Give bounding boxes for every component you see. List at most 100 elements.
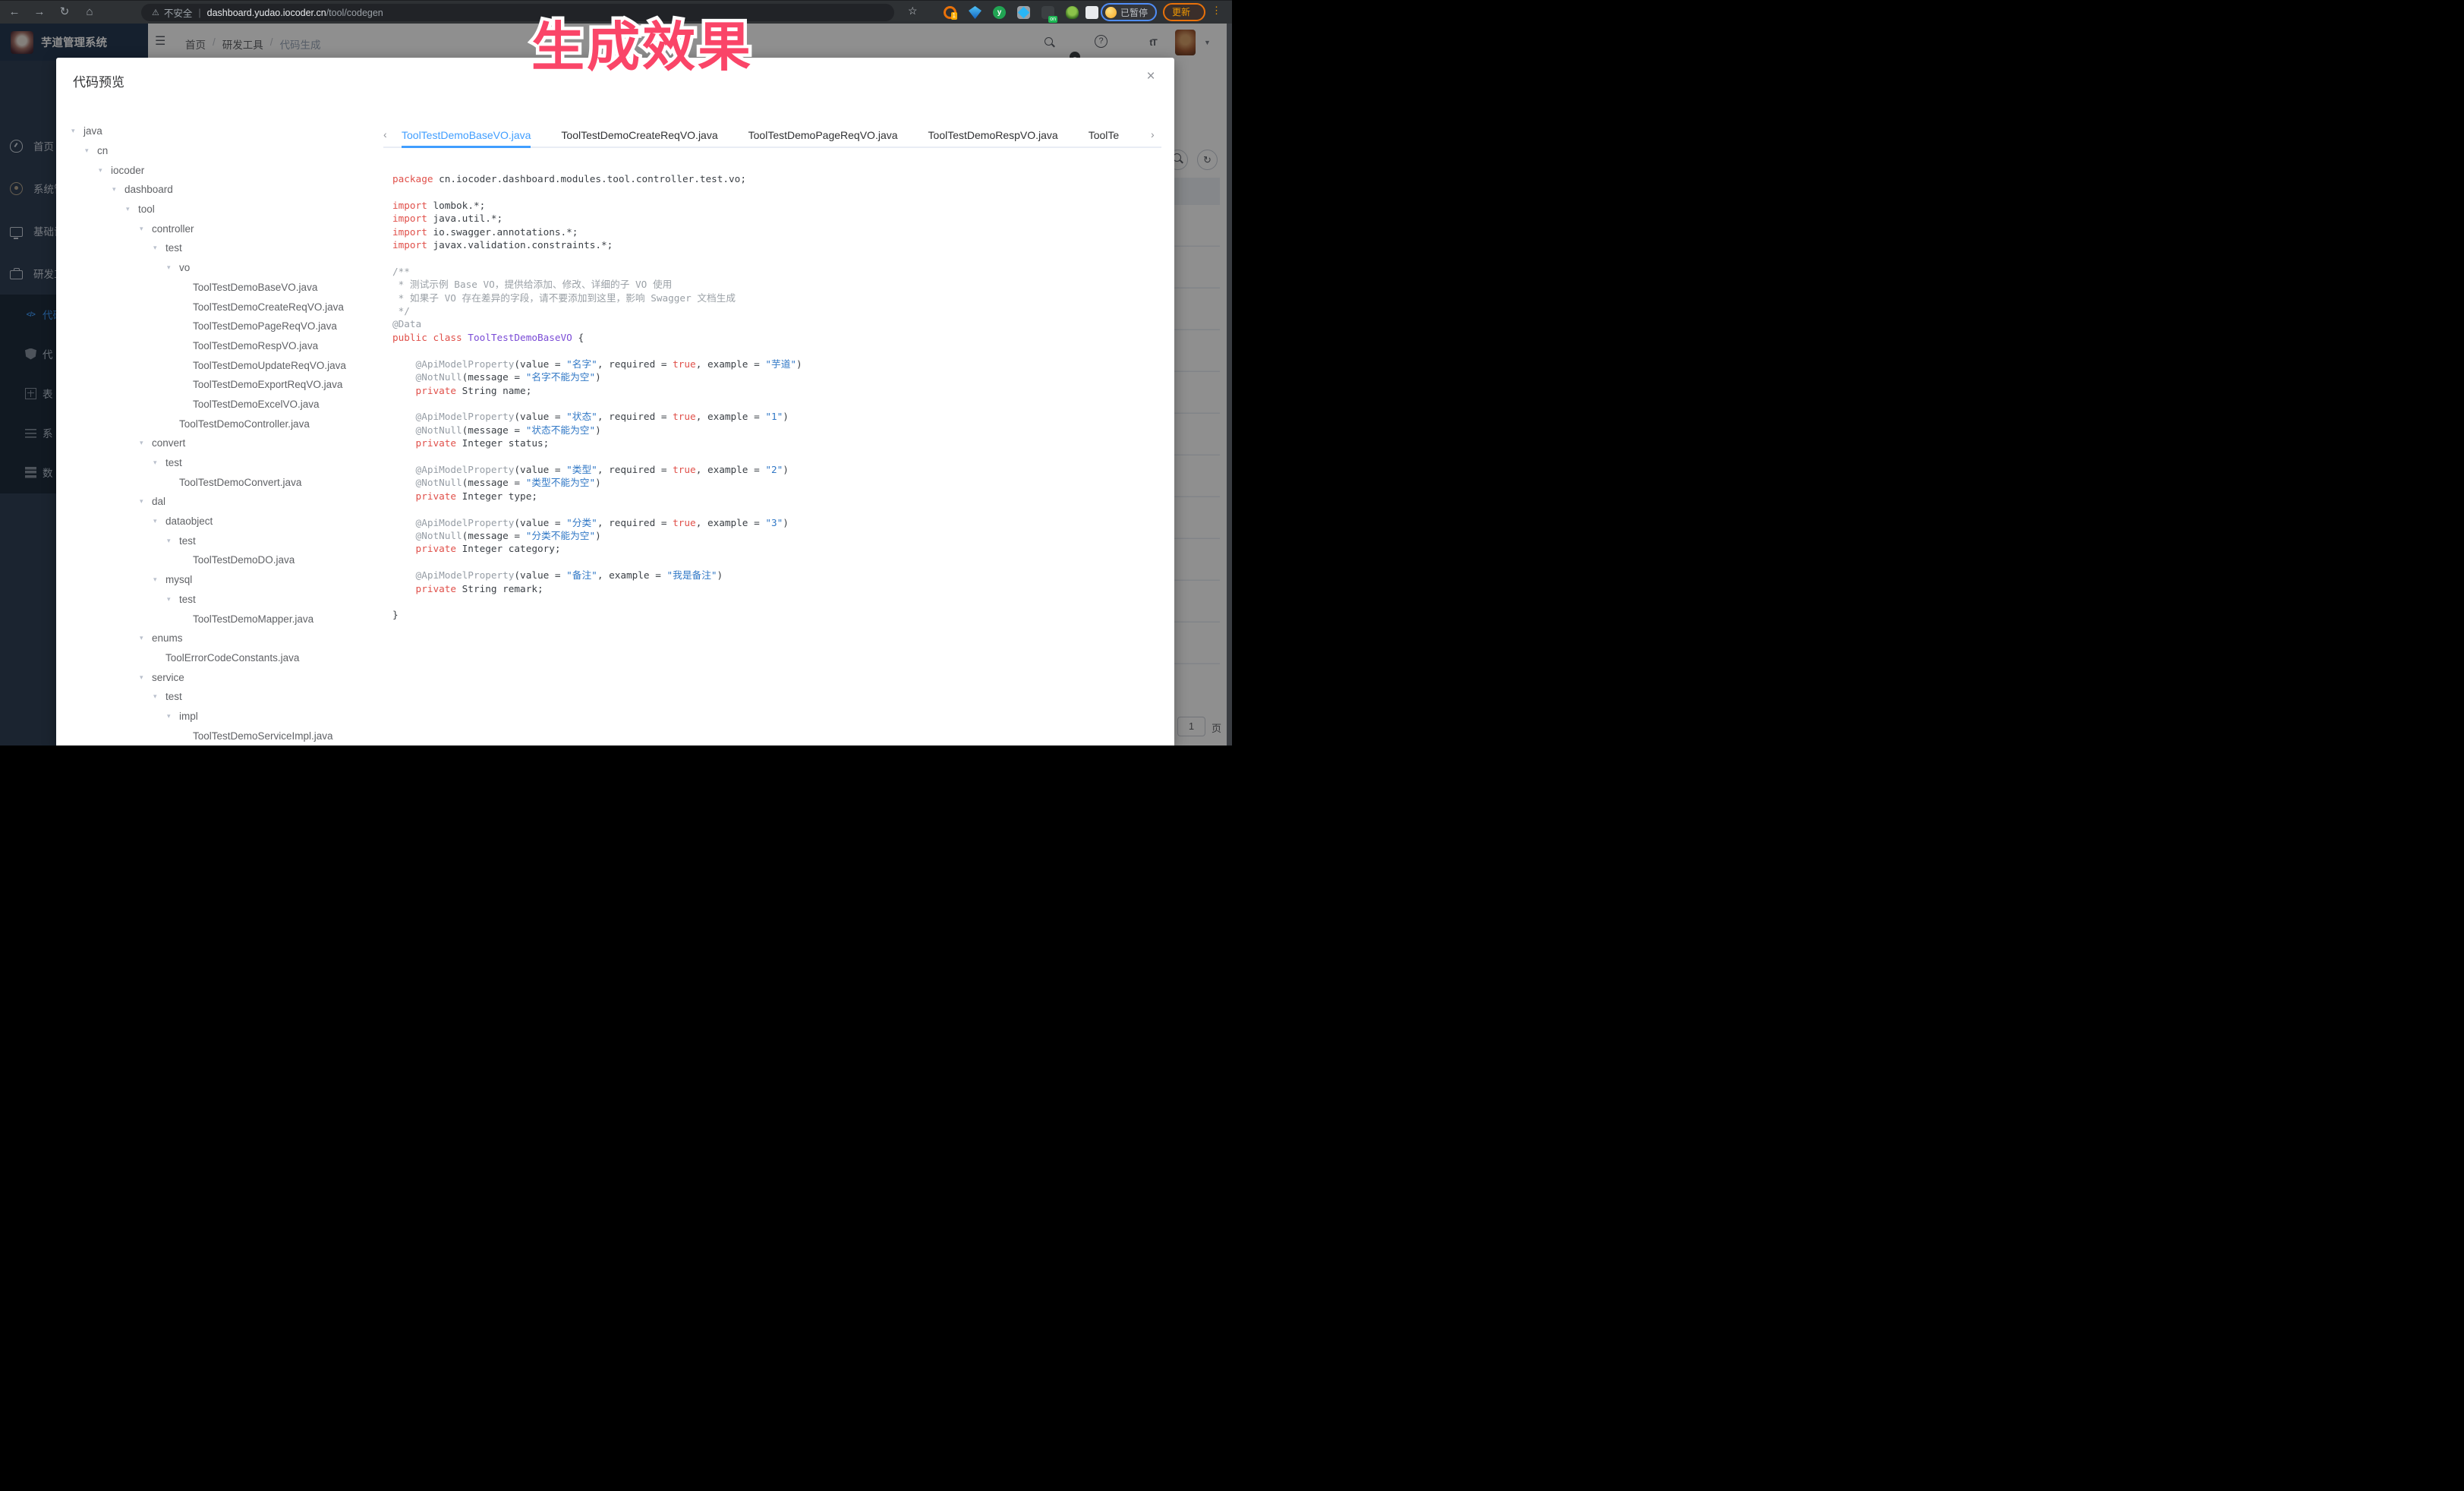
browser-update-button[interactable]: 更新 (1163, 3, 1205, 21)
code-viewer: package cn.iocoder.dashboard.modules.too… (392, 172, 1167, 746)
tree-node-label: service (152, 672, 184, 683)
extension-icon-drop[interactable] (969, 6, 982, 19)
tree-caret-icon[interactable]: ▾ (99, 166, 111, 175)
tree-caret-icon[interactable]: ▾ (167, 712, 179, 720)
tree-folder[interactable]: ▾impl (71, 707, 390, 727)
url-domain: dashboard.yudao.iocoder.cn (207, 8, 326, 18)
tree-caret-icon[interactable]: ▾ (85, 147, 97, 155)
tree-folder[interactable]: ▾dal (71, 492, 390, 512)
tree-folder[interactable]: ▾test (71, 590, 390, 610)
tab-ToolTestDemoPageReqVO.java[interactable]: ToolTestDemoPageReqVO.java (748, 125, 898, 148)
extension-icon-orange[interactable]: 1 (944, 6, 956, 19)
code-line: private String name; (392, 384, 1167, 397)
tabs-next-icon[interactable]: › (1151, 128, 1161, 140)
code-line: package cn.iocoder.dashboard.modules.too… (392, 172, 1167, 185)
tree-node-label: ToolTestDemoExportReqVO.java (193, 379, 342, 390)
tree-folder[interactable]: ▾tool (71, 200, 390, 219)
browser-reload-icon[interactable]: ↻ (56, 4, 73, 20)
tab-ToolTestDemoBaseVO.java[interactable]: ToolTestDemoBaseVO.java (402, 125, 531, 148)
extension-icon-list[interactable]: on (1041, 6, 1054, 19)
tree-node-label: convert (152, 437, 185, 449)
tree-caret-icon[interactable]: ▾ (140, 439, 152, 447)
annotation-text: 生成效果 (531, 5, 753, 81)
tree-caret-icon[interactable]: ▾ (167, 537, 179, 545)
tree-folder[interactable]: ▾service (71, 667, 390, 687)
tree-folder[interactable]: ▾controller (71, 219, 390, 238)
code-line: private Integer status; (392, 437, 1167, 449)
browser-back-icon[interactable]: ← (6, 4, 23, 20)
tree-folder[interactable]: ▾test (71, 238, 390, 258)
tab-ToolTestDemoRespVO.java[interactable]: ToolTestDemoRespVO.java (928, 125, 1058, 148)
tree-folder[interactable]: ▾mysql (71, 570, 390, 590)
tree-node-label: ToolTestDemoPageReqVO.java (193, 320, 337, 332)
tree-file[interactable]: ToolTestDemoDO.java (71, 550, 390, 570)
page-scrollbar[interactable] (1227, 24, 1232, 746)
extension-icon-diamond[interactable] (1017, 6, 1030, 19)
tree-node-label: ToolTestDemoCreateReqVO.java (193, 301, 344, 313)
tree-file[interactable]: ToolTestDemoPageReqVO.java (71, 317, 390, 336)
code-line: @ApiModelProperty(value = "备注", example … (392, 569, 1167, 582)
tree-file[interactable]: ToolTestDemoServiceImpl.java (71, 726, 390, 746)
tree-file[interactable]: ToolErrorCodeConstants.java (71, 648, 390, 668)
tree-caret-icon[interactable]: ▾ (140, 634, 152, 642)
tree-node-label: dataobject (165, 515, 213, 527)
tree-file[interactable]: ToolTestDemoUpdateReqVO.java (71, 355, 390, 375)
extension-on-badge: on (1048, 16, 1057, 23)
tree-folder[interactable]: ▾test (71, 687, 390, 707)
security-label[interactable]: 不安全 (164, 5, 193, 20)
tree-caret-icon[interactable]: ▾ (140, 497, 152, 506)
tree-caret-icon[interactable]: ▾ (153, 459, 165, 467)
tabs-prev-icon[interactable]: ‹ (383, 128, 394, 140)
code-line (392, 251, 1167, 264)
tab-ToolTestDemoCreateReqVO.java[interactable]: ToolTestDemoCreateReqVO.java (561, 125, 717, 148)
tree-file[interactable]: ToolTestDemoBaseVO.java (71, 278, 390, 298)
tree-folder[interactable]: ▾dataobject (71, 512, 390, 531)
browser-menu-icon[interactable]: ⋮ (1212, 5, 1221, 17)
tree-node-label: test (179, 535, 196, 547)
tree-node-label: ToolTestDemoUpdateReqVO.java (193, 360, 346, 371)
tree-node-label: java (83, 125, 102, 137)
tree-caret-icon[interactable]: ▾ (71, 127, 83, 135)
paused-extension-pill[interactable]: 已暂停 (1101, 3, 1157, 21)
tree-folder[interactable]: ▾test (71, 453, 390, 473)
tree-folder[interactable]: ▾dashboard (71, 180, 390, 200)
code-line (392, 595, 1167, 608)
tree-folder[interactable]: ▾vo (71, 258, 390, 278)
tree-node-label: test (179, 594, 196, 605)
tree-caret-icon[interactable]: ▾ (112, 185, 124, 194)
tree-caret-icon[interactable]: ▾ (153, 244, 165, 252)
tree-caret-icon[interactable]: ▾ (167, 595, 179, 604)
tree-file[interactable]: ToolTestDemoRespVO.java (71, 336, 390, 356)
tree-caret-icon[interactable]: ▾ (153, 692, 165, 701)
tree-file[interactable]: ToolTestDemoConvert.java (71, 472, 390, 492)
tree-caret-icon[interactable]: ▾ (140, 673, 152, 682)
tab-ToolTe[interactable]: ToolTe (1089, 125, 1119, 148)
extension-icon-plant[interactable] (1066, 6, 1079, 19)
tree-folder[interactable]: ▾enums (71, 629, 390, 648)
tree-folder[interactable]: ▾test (71, 531, 390, 550)
address-bar[interactable]: ⚠ 不安全 | dashboard.yudao.iocoder.cn /tool… (141, 4, 894, 21)
code-line: @NotNull(message = "类型不能为空") (392, 476, 1167, 489)
file-tree: ▾java▾cn▾iocoder▾dashboard▾tool▾controll… (71, 121, 390, 746)
tree-file[interactable]: ToolTestDemoExportReqVO.java (71, 375, 390, 395)
tree-folder[interactable]: ▾cn (71, 141, 390, 161)
tree-file[interactable]: ToolTestDemoExcelVO.java (71, 395, 390, 415)
tree-caret-icon[interactable]: ▾ (153, 517, 165, 525)
tree-file[interactable]: ToolTestDemoCreateReqVO.java (71, 297, 390, 317)
tree-folder[interactable]: ▾iocoder (71, 160, 390, 180)
tree-file[interactable]: ToolTestDemoController.java (71, 414, 390, 433)
browser-home-icon[interactable]: ⌂ (81, 4, 98, 20)
tree-caret-icon[interactable]: ▾ (140, 225, 152, 233)
close-icon[interactable]: × (1142, 68, 1159, 85)
tree-folder[interactable]: ▾java (71, 121, 390, 141)
extension-icon-y[interactable]: y (993, 6, 1006, 19)
tree-caret-icon[interactable]: ▾ (153, 575, 165, 584)
tree-file[interactable]: ToolTestDemoMapper.java (71, 609, 390, 629)
extensions-puzzle-icon[interactable] (1085, 6, 1098, 19)
browser-forward-icon[interactable]: → (31, 4, 48, 20)
tree-caret-icon[interactable]: ▾ (167, 263, 179, 272)
tree-caret-icon[interactable]: ▾ (126, 205, 138, 213)
tree-folder[interactable]: ▾convert (71, 433, 390, 453)
code-line (392, 450, 1167, 463)
bookmark-star-icon[interactable]: ☆ (908, 5, 918, 17)
